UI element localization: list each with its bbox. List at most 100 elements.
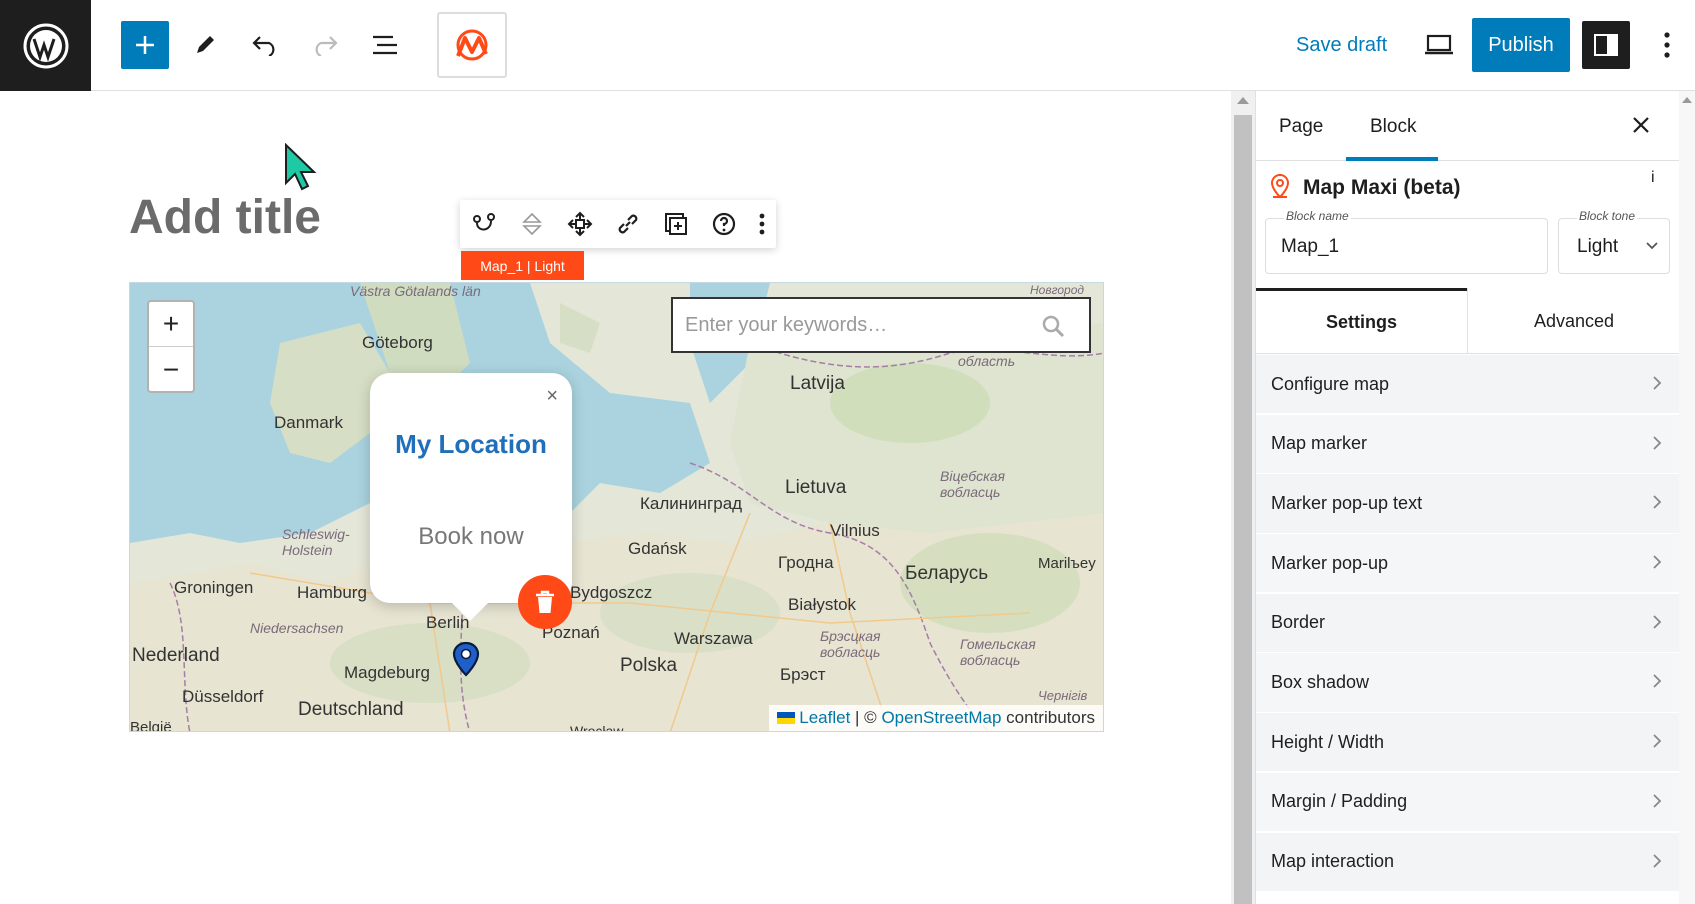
marker-popup: × My Location Book now	[370, 373, 572, 621]
undo-button[interactable]	[241, 21, 289, 69]
attribution-contributors: contributors	[1001, 708, 1095, 727]
link-icon	[618, 214, 638, 234]
map-label: Nederland	[132, 645, 220, 666]
popup-title[interactable]: My Location	[370, 423, 572, 465]
map-label: Гродна	[778, 553, 834, 572]
map-label: Polska	[620, 655, 678, 676]
options-button[interactable]	[1652, 24, 1682, 66]
scrollbar-thumb[interactable]	[1234, 115, 1252, 904]
maxi-logo-icon	[456, 29, 488, 61]
add-block-button[interactable]	[121, 21, 169, 69]
tab-advanced[interactable]: Advanced	[1467, 288, 1680, 354]
settings-panel-list: Configure map Map marker Marker pop-up t…	[1256, 355, 1680, 892]
question-icon	[712, 212, 736, 236]
block-tone-label: Block tone	[1577, 209, 1638, 223]
document-overview-button[interactable]	[361, 21, 409, 69]
panel-map-interaction[interactable]: Map interaction	[1256, 832, 1680, 892]
canvas-scrollbar[interactable]	[1231, 91, 1255, 904]
search-icon[interactable]	[1041, 314, 1065, 338]
alignment-button[interactable]	[508, 200, 556, 248]
map-search-input[interactable]: Enter your keywords…	[671, 297, 1091, 353]
settings-sidebar: Page Block Map Maxi (beta) i Block name …	[1255, 91, 1680, 904]
plus-icon	[136, 36, 154, 54]
block-tone-select[interactable]: Block tone Light	[1558, 209, 1670, 274]
block-name-label: Block name	[1284, 209, 1351, 223]
tab-settings[interactable]: Settings	[1256, 288, 1467, 354]
panel-margin-padding[interactable]: Margin / Padding	[1256, 772, 1680, 832]
trash-icon	[536, 590, 554, 613]
close-sidebar-button[interactable]	[1629, 113, 1653, 142]
map-label: Bydgoszcz	[570, 583, 653, 602]
block-name-value: Map_1	[1281, 236, 1340, 257]
editor-header: Save draft Publish	[0, 0, 1695, 91]
map-label: Magdeburg	[344, 663, 431, 682]
map-label: Deutschland	[298, 699, 404, 720]
help-button[interactable]	[700, 200, 748, 248]
move-button[interactable]	[556, 200, 604, 248]
map-label: Калининград	[640, 494, 743, 513]
popup-body-text: Book now	[418, 523, 524, 550]
pencil-icon	[197, 36, 214, 53]
zoom-out-button[interactable]: −	[149, 347, 193, 392]
preview-button[interactable]	[1415, 21, 1463, 69]
map-label: Брэст	[780, 665, 826, 684]
settings-sidebar-toggle[interactable]	[1582, 21, 1630, 69]
page-scrollbar[interactable]	[1679, 91, 1695, 904]
map-label: Danmark	[274, 413, 343, 432]
zoom-control: + −	[147, 300, 195, 393]
panel-box-shadow[interactable]: Box shadow	[1256, 653, 1680, 713]
map-label: Новгород	[1030, 283, 1085, 297]
leaflet-link[interactable]: Leaflet	[799, 708, 850, 728]
map-label: Niedersachsen	[250, 620, 344, 636]
chevron-right-icon	[1653, 734, 1662, 748]
zoom-in-button[interactable]: +	[149, 302, 193, 347]
close-icon	[1633, 117, 1649, 133]
block-toolbar	[460, 200, 776, 248]
panel-border[interactable]: Border	[1256, 593, 1680, 653]
chevron-right-icon	[1653, 555, 1662, 569]
block-type-button[interactable]	[460, 200, 508, 248]
save-draft-button[interactable]: Save draft	[1296, 34, 1387, 57]
panel-height-width[interactable]: Height / Width	[1256, 713, 1680, 773]
map-block[interactable]: Västra Götalands län Göteborg Danmark La…	[129, 282, 1104, 732]
map-label: Гомельская вобласць	[960, 636, 1036, 668]
popup-tip	[450, 601, 490, 621]
block-name-field[interactable]: Block name Map_1	[1265, 209, 1548, 274]
more-vertical-icon	[1664, 32, 1670, 58]
scroll-up-arrow[interactable]	[1682, 97, 1692, 103]
tab-page[interactable]: Page	[1279, 116, 1323, 138]
list-view-icon	[373, 35, 397, 55]
map-label: Marilъey	[1038, 555, 1096, 572]
block-info-button[interactable]: i	[1651, 169, 1655, 187]
map-label: Göteborg	[362, 333, 433, 352]
maxi-cloud-button[interactable]	[437, 12, 507, 78]
scroll-up-arrow[interactable]	[1237, 97, 1249, 104]
map-label: België	[130, 719, 172, 732]
settings-subtabs: Settings Advanced	[1256, 288, 1680, 354]
post-title-input[interactable]: Add title	[129, 190, 321, 245]
panel-map-marker[interactable]: Map marker	[1256, 414, 1680, 474]
sidebar-tabs: Page Block	[1256, 91, 1679, 161]
delete-marker-button[interactable]	[518, 575, 572, 629]
map-label: Брэсцкая вобласць	[820, 628, 881, 660]
mouse-cursor-icon	[284, 142, 318, 196]
panel-configure-map[interactable]: Configure map	[1256, 355, 1680, 415]
sidebar-icon	[1594, 34, 1618, 56]
duplicate-button[interactable]	[652, 200, 700, 248]
tools-button[interactable]	[181, 21, 229, 69]
publish-button[interactable]: Publish	[1472, 18, 1570, 72]
block-options-button[interactable]	[748, 200, 776, 248]
popup-close-button[interactable]: ×	[546, 385, 558, 408]
chevron-right-icon	[1653, 853, 1662, 868]
redo-button[interactable]	[301, 21, 349, 69]
panel-marker-popup-text[interactable]: Marker pop-up text	[1256, 474, 1680, 534]
link-button[interactable]	[604, 200, 652, 248]
map-marker-icon[interactable]	[452, 641, 480, 682]
wordpress-logo-button[interactable]	[0, 0, 91, 91]
map-label: Gdańsk	[628, 539, 687, 558]
tab-block[interactable]: Block	[1370, 116, 1416, 138]
chevron-right-icon	[1653, 674, 1662, 689]
map-label: область	[958, 353, 1016, 369]
panel-marker-popup[interactable]: Marker pop-up	[1256, 534, 1680, 594]
openstreetmap-link[interactable]: OpenStreetMap	[881, 708, 1001, 728]
